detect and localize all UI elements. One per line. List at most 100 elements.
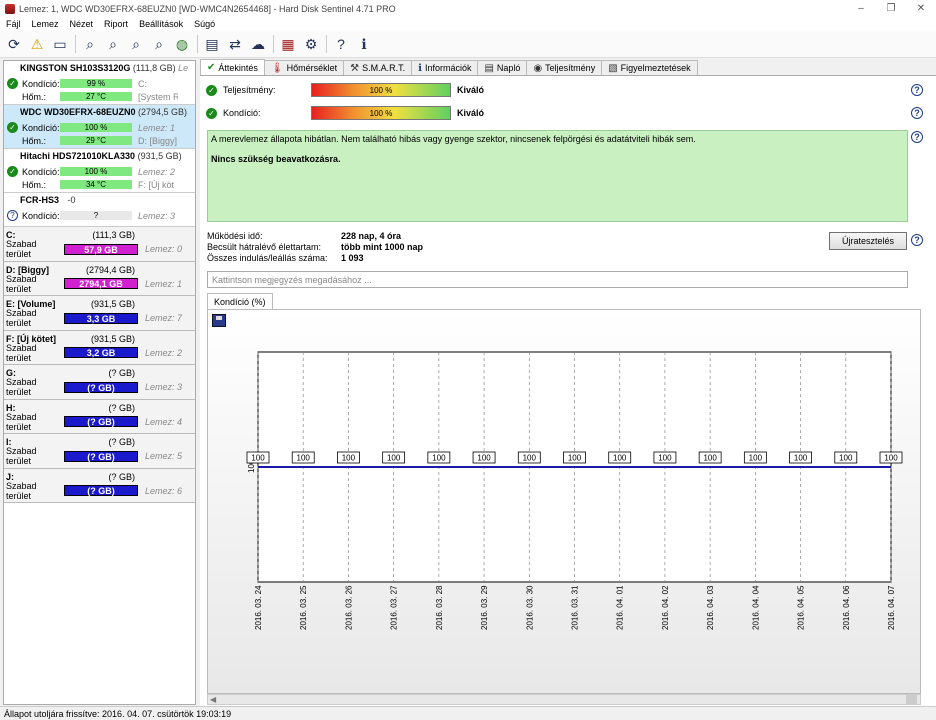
network-icon[interactable]: ◍ (172, 34, 192, 54)
help-icon[interactable]: ? (911, 234, 923, 246)
condition-bar: 100 % (60, 167, 132, 176)
performance-bar: 100 % (311, 83, 451, 97)
data-label: 100 (523, 454, 537, 463)
retest-button[interactable]: Újratesztelés (829, 232, 907, 250)
maximize-button[interactable]: ❐ (876, 0, 906, 17)
menu-settings[interactable]: Beállítások (139, 19, 183, 29)
disk-item-0[interactable]: KINGSTON SH103S3120G (111,8 GB) Le ✓ Kond… (4, 61, 195, 105)
tab-smart[interactable]: ⚒ S.M.A.R.T. (343, 60, 413, 75)
cloud-icon[interactable]: ☁ (248, 34, 268, 54)
free-space-bar: (? GB) (64, 485, 138, 496)
disk-extra: C: (138, 78, 147, 89)
volume-item[interactable]: E: [Volume] (931,5 GB) Szabad terület 3,3 G… (4, 296, 195, 331)
ok-icon: ✓ (7, 122, 18, 133)
tab-overview[interactable]: ✔ Áttekintés (200, 59, 265, 75)
disk-item-2[interactable]: Hitachi HDS721010KLA330 (931,5 GB) ✓ Kond… (4, 149, 195, 193)
menu-bar: Fájl Lemez Nézet Riport Beállítások Súgó (0, 17, 936, 31)
free-space-bar: (? GB) (64, 416, 138, 427)
disk-extra: Lemez: 3 (138, 210, 176, 221)
warning-icon[interactable]: ⚠ (27, 34, 47, 54)
data-label: 100 (884, 454, 898, 463)
disk-item-1[interactable]: WDC WD30EFRX-68EUZN0 (2794,5 GB) ✓ Kondíc… (4, 105, 195, 149)
about-icon[interactable]: ℹ (354, 34, 374, 54)
volume-item[interactable]: I: (? GB) Szabad terület (? GB) Lemez: 5 (4, 434, 195, 469)
x-tick-label: 2016. 03. 30 (525, 585, 534, 630)
x-tick-label: 2016. 03. 26 (344, 585, 353, 630)
chart-tab-condition[interactable]: Kondíció (%) (207, 293, 273, 309)
status-message: A merevlemez állapota hibátlan. Nem talá… (207, 130, 908, 222)
drive-test-icon[interactable]: ⌕ (126, 34, 146, 54)
volume-item[interactable]: G: (? GB) Szabad terület (? GB) Lemez: 3 (4, 365, 195, 400)
volume-item[interactable]: F: [Új kötet] (931,5 GB) Szabad terület 3,2… (4, 330, 195, 365)
disk-list-panel: KINGSTON SH103S3120G (111,8 GB) Le ✓ Kond… (3, 60, 196, 705)
data-label: 100 (839, 454, 853, 463)
tab-label: Napló (496, 63, 521, 73)
ok-icon: ✓ (7, 78, 18, 89)
minimize-button[interactable]: – (846, 0, 876, 17)
chart-icon[interactable]: ▦ (278, 34, 298, 54)
status-text-bold: Nincs szükség beavatkozásra. (211, 154, 341, 164)
free-label: Szabad terület (6, 480, 37, 501)
report-icon[interactable]: ▤ (202, 34, 222, 54)
x-tick-label: 2016. 03. 28 (435, 585, 444, 630)
free-label: Szabad terület (6, 377, 37, 397)
disk-report-icon[interactable]: ▭ (50, 34, 70, 54)
thermometer-icon: 🌡 (270, 62, 284, 74)
condition-bar: 99 % (60, 79, 132, 88)
x-tick-label: 2016. 04. 05 (797, 585, 806, 630)
free-label: Szabad terület (6, 411, 37, 432)
menu-report[interactable]: Riport (104, 19, 128, 29)
tab-log[interactable]: ▤ Napló (477, 60, 528, 75)
tab-performance[interactable]: ◉ Teljesítmény (526, 60, 603, 75)
menu-disk[interactable]: Lemez (32, 19, 59, 29)
menu-help[interactable]: Súgó (194, 19, 215, 29)
volume-item[interactable]: D: [Biggy] (2794,4 GB) Szabad terület 2794,… (4, 261, 195, 296)
tab-label: Teljesítmény (545, 63, 596, 73)
overview-panel: ✓ Teljesítmény: 100 % Kiváló ? ✓ Kondíci… (200, 76, 936, 706)
temp-bar: 29 °C (60, 136, 132, 145)
condition-chart: 2016. 03. 24 2016. 03. 25 2016. 03. 26 2016… (207, 309, 921, 694)
uptime-value: 228 nap, 4 óra (341, 231, 402, 241)
help-icon[interactable]: ? (911, 84, 923, 96)
sleep-test-icon[interactable]: ⌕ (149, 34, 169, 54)
condition-row: ✓ Kondíció: 100 % Kiváló (206, 106, 484, 120)
temp-label: Hőm.: (22, 179, 47, 190)
toolbar-separator (273, 35, 274, 53)
disk-extra: F: [Új köt (138, 179, 175, 190)
scroll-thumb[interactable] (906, 695, 917, 704)
tab-alerts[interactable]: ▧ Figyelmeztetések (601, 60, 698, 75)
close-button[interactable]: ✕ (906, 0, 936, 17)
disk-test-icon[interactable]: ⌕ (80, 34, 100, 54)
refresh-icon[interactable]: ⟳ (4, 34, 24, 54)
temp-label: Hőm.: (22, 91, 47, 102)
alerts-icon: ▧ (608, 62, 618, 74)
data-label: 100 (251, 454, 265, 463)
condition-label: Kondíció: (22, 210, 60, 221)
chart-scrollbar[interactable]: ◀ (207, 694, 921, 705)
help-icon[interactable]: ? (911, 107, 923, 119)
volume-item[interactable]: J: (? GB) Szabad terület (? GB) Lemez: 6 (4, 468, 195, 503)
menu-view[interactable]: Nézet (70, 19, 94, 29)
disk-size: (111,8 GB) (132, 63, 176, 73)
status-text: A merevlemez állapota hibátlan. Nem talá… (211, 134, 696, 144)
tab-label: Hőmérséklet (286, 63, 338, 73)
volume-item[interactable]: H: (? GB) Szabad terület (? GB) Lemez: 4 (4, 399, 195, 434)
help-icon[interactable]: ? (911, 131, 923, 143)
x-tick-label: 2016. 04. 03 (706, 585, 715, 630)
ok-icon: ✓ (206, 107, 217, 119)
help-icon[interactable]: ? (331, 34, 351, 54)
disk-size: -0 (67, 195, 76, 205)
free-label: Szabad terület (6, 239, 37, 259)
scroll-left-icon[interactable]: ◀ (210, 695, 216, 704)
surface-test-icon[interactable]: ⌕ (103, 34, 123, 54)
send-report-icon[interactable]: ⇄ (225, 34, 245, 54)
note-field[interactable]: Kattintson megjegyzés megadásához ... (207, 271, 908, 288)
disk-item-3[interactable]: FCR-HS3 -0 ? Kondíció:? Lemez: 3 (4, 193, 195, 227)
tab-information[interactable]: ℹ Információk (411, 60, 479, 75)
menu-file[interactable]: Fájl (6, 19, 21, 29)
settings-icon[interactable]: ⚙ (301, 34, 321, 54)
free-space-bar: 3,3 GB (64, 312, 138, 324)
tab-temperature[interactable]: 🌡 Hőmérséklet (263, 60, 345, 75)
volume-item[interactable]: C: (111,3 GB) Szabad terület 57,9 GB Lemez: … (4, 227, 195, 262)
tab-label: Áttekintés (218, 62, 258, 73)
